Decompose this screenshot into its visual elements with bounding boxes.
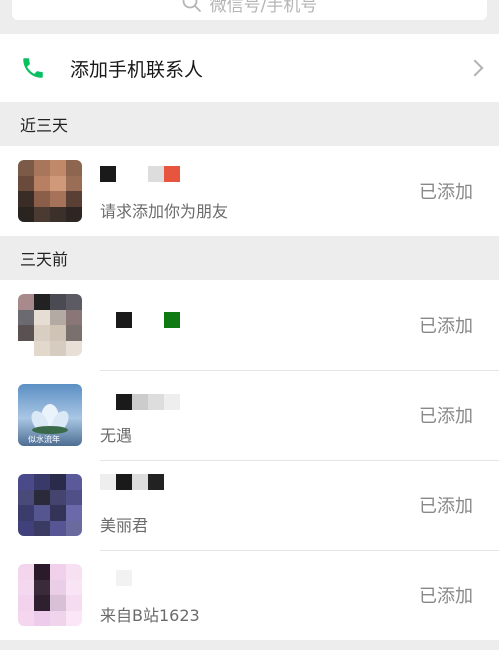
avatar (18, 294, 82, 356)
contact-info: 来自B站1623 (100, 564, 419, 626)
contact-info: 请求添加你为朋友 (100, 160, 419, 222)
contact-row[interactable]: 来自B站1623 已添加 (0, 550, 499, 640)
avatar (18, 160, 82, 222)
lotus-image: 似水流年 (28, 404, 69, 444)
status-added: 已添加 (419, 586, 473, 607)
search-icon (182, 0, 201, 12)
contact-subtitle: 来自B站1623 (100, 606, 200, 625)
status-added: 已添加 (419, 182, 473, 203)
add-phone-contacts-label: 添加手机联系人 (70, 58, 204, 81)
chevron-right-icon (466, 59, 484, 77)
contact-info: 无遇 (100, 384, 419, 446)
contact-row[interactable]: 已添加 (0, 280, 499, 370)
section-header-earlier: 三天前 (0, 236, 499, 280)
friend-request-row[interactable]: 请求添加你为朋友 已添加 (0, 146, 499, 236)
contact-info: 美丽君 (100, 474, 419, 536)
contact-subtitle: 美丽君 (100, 516, 149, 535)
contact-subtitle: 请求添加你为朋友 (100, 202, 229, 221)
search-placeholder: 微信号/手机号 (209, 0, 318, 16)
status-added: 已添加 (419, 496, 473, 517)
avatar-caption: 似水流年 (28, 434, 60, 444)
search-input[interactable]: 微信号/手机号 (12, 0, 487, 20)
contact-row[interactable]: 美丽君 已添加 (0, 460, 499, 550)
search-bar: 微信号/手机号 (0, 0, 499, 34)
section-header-recent: 近三天 (0, 102, 499, 146)
contact-name-redacted (100, 394, 180, 410)
contact-name-redacted (100, 570, 132, 586)
add-phone-contacts-row[interactable]: 添加手机联系人 (0, 34, 499, 102)
contact-name-redacted (100, 166, 180, 182)
avatar (18, 474, 82, 536)
contact-name-redacted (100, 474, 164, 490)
phone-icon (23, 58, 43, 78)
avatar (18, 564, 82, 626)
contact-info (100, 294, 419, 356)
contact-name-redacted (100, 312, 180, 328)
status-added: 已添加 (419, 316, 473, 337)
contact-subtitle: 无遇 (100, 426, 133, 445)
status-added: 已添加 (419, 406, 473, 427)
avatar: 似水流年 (18, 384, 82, 446)
contact-row[interactable]: 似水流年 无遇 已添加 (0, 370, 499, 460)
